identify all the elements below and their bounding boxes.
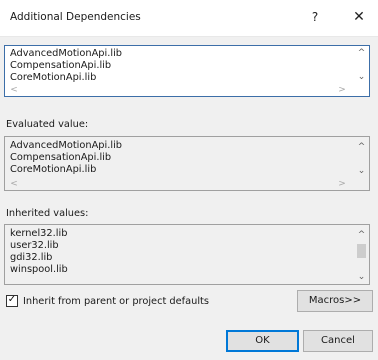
evaluated-lines: AdvancedMotionApi.lib CompensationApi.li…: [10, 140, 351, 176]
scrollbar-thumb[interactable]: [357, 244, 366, 258]
title-bar: Additional Dependencies ? ✕: [0, 0, 378, 37]
macros-button[interactable]: Macros>>: [297, 290, 373, 312]
scroll-up-icon[interactable]: ^: [354, 47, 369, 59]
inherited-lines: kernel32.lib user32.lib gdi32.lib winspo…: [10, 228, 351, 276]
list-item: kernel32.lib: [10, 228, 68, 239]
list-item: gdi32.lib: [10, 252, 53, 263]
list-item: CompensationApi.lib: [10, 60, 112, 71]
ok-button[interactable]: OK: [226, 330, 299, 352]
list-item: CompensationApi.lib: [10, 152, 112, 163]
dependencies-edit-box[interactable]: AdvancedMotionApi.lib CompensationApi.li…: [4, 45, 370, 97]
cancel-button[interactable]: Cancel: [303, 330, 373, 352]
scroll-left-icon[interactable]: <: [8, 178, 20, 190]
list-item: winspool.lib: [10, 264, 68, 275]
scroll-down-icon[interactable]: ⌄: [354, 71, 369, 83]
dependencies-lines: AdvancedMotionApi.lib CompensationApi.li…: [10, 48, 351, 84]
inherited-values-box: kernel32.lib user32.lib gdi32.lib winspo…: [4, 224, 370, 285]
scroll-down-icon[interactable]: ⌄: [354, 271, 369, 283]
evaluated-value-box: AdvancedMotionApi.lib CompensationApi.li…: [4, 136, 370, 191]
horizontal-scrollbar[interactable]: < >: [5, 84, 354, 96]
close-button[interactable]: ✕: [346, 6, 372, 28]
list-item: AdvancedMotionApi.lib: [10, 140, 123, 151]
scroll-up-icon[interactable]: ^: [354, 229, 369, 241]
list-item: CoreMotionApi.lib: [10, 164, 97, 175]
checkmark-icon: ✓: [7, 294, 17, 305]
inherit-checkbox[interactable]: ✓: [6, 294, 18, 307]
inherit-checkbox-row[interactable]: ✓ Inherit from parent or project default…: [6, 294, 209, 308]
scroll-left-icon[interactable]: <: [8, 84, 20, 96]
scroll-up-icon[interactable]: ^: [354, 141, 369, 153]
evaluated-value-label: Evaluated value:: [6, 119, 89, 130]
dialog-title: Additional Dependencies: [10, 11, 141, 23]
vertical-scrollbar[interactable]: ^ ⌄: [354, 225, 369, 284]
help-button[interactable]: ?: [302, 6, 328, 28]
list-item: CoreMotionApi.lib: [10, 72, 97, 83]
list-item: AdvancedMotionApi.lib: [10, 48, 123, 59]
additional-dependencies-dialog: Additional Dependencies ? ✕ AdvancedMoti…: [0, 0, 378, 360]
horizontal-scrollbar[interactable]: < >: [5, 178, 354, 190]
list-item: user32.lib: [10, 240, 59, 251]
inherited-values-label: Inherited values:: [6, 208, 89, 219]
vertical-scrollbar[interactable]: ^ ⌄: [354, 137, 369, 178]
vertical-scrollbar[interactable]: ^ ⌄: [354, 46, 369, 84]
inherit-checkbox-label[interactable]: Inherit from parent or project defaults: [23, 296, 209, 307]
scroll-right-icon[interactable]: >: [336, 84, 348, 96]
scroll-right-icon[interactable]: >: [336, 178, 348, 190]
scroll-down-icon[interactable]: ⌄: [354, 165, 369, 177]
